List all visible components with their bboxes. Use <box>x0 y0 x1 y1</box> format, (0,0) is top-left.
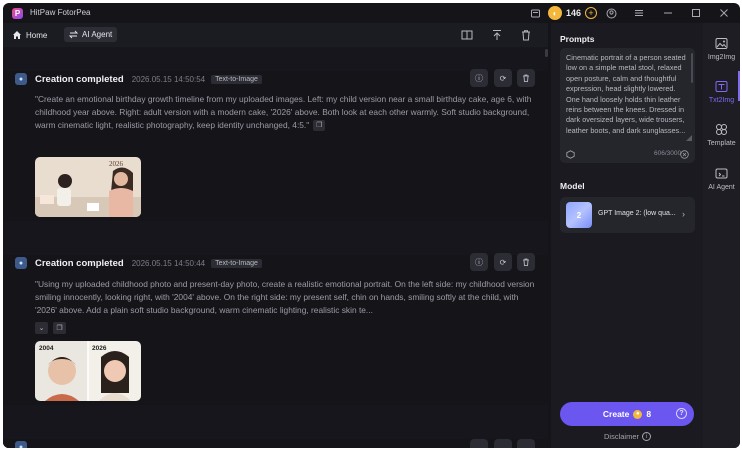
expand-icon[interactable]: ⌄ <box>35 322 48 334</box>
ai-agent-label: AI Agent <box>82 30 113 39</box>
rail-label: Txt2Img <box>708 97 735 104</box>
rail-item-ai-agent[interactable]: AI Agent <box>703 159 740 201</box>
credits-display[interactable]: ◐ 146 + <box>548 6 598 20</box>
generated-image[interactable]: 2026 <box>35 157 141 217</box>
prompt-scrollbar[interactable] <box>691 53 693 83</box>
app-title: HitPaw FotorPea <box>30 8 91 17</box>
card-header: ● Creation completed 2026.05.15 14:50:44… <box>15 255 262 271</box>
image-year-label: 2026 <box>92 345 107 352</box>
rail-label: Template <box>707 140 736 147</box>
model-title: Model <box>560 181 585 191</box>
nav-bar: Home AI Agent <box>3 23 548 47</box>
regenerate-icon[interactable]: ⟳ <box>494 253 512 271</box>
app-logo-icon: P <box>12 8 23 19</box>
prompt-text: "Create an emotional birthday growth tim… <box>35 93 535 132</box>
avatar-icon: ● <box>15 257 27 269</box>
ai-agent-icon <box>714 165 730 181</box>
image-year-label: 2026 <box>109 160 124 168</box>
tasks-icon[interactable] <box>529 7 541 19</box>
app-window: P HitPaw FotorPea ◐ 146 + Home AI Agent … <box>3 3 740 448</box>
card-header: ● Creation completed 2026.05.15 14:50:54… <box>15 71 262 87</box>
info-icon[interactable] <box>470 439 488 448</box>
text-image-icon <box>714 78 730 94</box>
timestamp: 2026.05.15 14:50:54 <box>131 74 206 84</box>
menu-icon[interactable] <box>633 7 645 19</box>
creation-card: ● Creation completed 2026.05.15 14:50:44… <box>3 253 548 405</box>
avatar-icon: ● <box>15 441 27 448</box>
regenerate-icon[interactable]: ⟳ <box>494 69 512 87</box>
home-button[interactable]: Home <box>12 28 47 42</box>
home-label: Home <box>26 30 48 40</box>
switch-icon <box>69 30 78 39</box>
compare-icon[interactable] <box>460 28 473 41</box>
rail-label: Img2Img <box>707 54 736 61</box>
prompt-library-icon[interactable] <box>565 149 575 159</box>
image-year-label: 2004 <box>39 345 54 352</box>
creation-card: ● Creation completed 2026.05.15 14:50:54… <box>3 69 548 221</box>
model-selector[interactable]: 2 GPT Image 2: (low qua... › <box>560 197 695 233</box>
close-icon[interactable] <box>718 7 730 19</box>
prompt-input[interactable]: Cinematic portrait of a person seated lo… <box>560 48 695 163</box>
title-bar: P HitPaw FotorPea ◐ 146 + <box>3 3 740 23</box>
info-icon[interactable]: ⓘ <box>470 69 488 87</box>
status-text: Creation completed <box>35 73 124 85</box>
chevron-right-icon: › <box>682 209 685 219</box>
model-thumbnail: 2 <box>566 202 592 228</box>
copy-icon[interactable]: ❐ <box>53 322 66 334</box>
prompt-input-text[interactable]: Cinematic portrait of a person seated lo… <box>566 53 688 143</box>
avatar-icon: ● <box>15 73 27 85</box>
tool-rail: Img2Img Txt2Img Template AI Agent <box>703 23 740 448</box>
rail-item-img2img[interactable]: Img2Img <box>703 29 740 71</box>
home-icon <box>13 31 21 39</box>
info-icon: i <box>642 432 652 441</box>
model-name: GPT Image 2: (low qua... <box>598 210 676 217</box>
delete-icon[interactable] <box>517 439 535 448</box>
coin-icon: ◐ <box>548 6 562 20</box>
scrollbar[interactable] <box>545 49 548 57</box>
mode-tag: Text-to-Image <box>211 74 262 84</box>
active-indicator <box>738 71 740 101</box>
rail-label: AI Agent <box>708 184 735 191</box>
ai-agent-tab[interactable]: AI Agent <box>64 27 118 42</box>
status-text: Creation completed <box>35 257 124 269</box>
user-account-icon[interactable] <box>605 7 617 19</box>
settings-panel: Prompts Cinematic portrait of a person s… <box>551 23 703 448</box>
add-credits-icon[interactable]: + <box>585 7 598 19</box>
prompts-title: Prompts <box>560 34 595 44</box>
regenerate-icon[interactable] <box>494 439 512 448</box>
timestamp: 2026.05.15 14:50:44 <box>131 258 206 268</box>
info-icon[interactable]: ⓘ <box>470 253 488 271</box>
template-icon <box>714 121 730 137</box>
upload-icon[interactable] <box>490 28 503 41</box>
image-icon <box>714 35 730 51</box>
delete-icon[interactable] <box>517 253 535 271</box>
rail-item-txt2img[interactable]: Txt2Img <box>703 72 740 114</box>
disclaimer-link[interactable]: Disclaimer i <box>604 432 652 441</box>
create-button[interactable]: Create ● 8 ? <box>560 402 694 426</box>
create-label: Create <box>602 409 630 419</box>
prompt-text: "Using my uploaded childhood photo and p… <box>35 279 535 315</box>
coin-icon: ● <box>633 409 643 419</box>
creation-card: ● <box>3 439 548 448</box>
copy-icon[interactable]: ❐ <box>313 120 326 132</box>
generated-image[interactable]: 2004 2026 <box>35 341 141 401</box>
rail-item-template[interactable]: Template <box>703 115 740 157</box>
delete-icon[interactable] <box>517 69 535 87</box>
minimize-icon[interactable] <box>662 7 674 19</box>
card-header: ● <box>15 439 27 448</box>
history-panel: Home AI Agent ● Creation completed 2026.… <box>3 23 548 448</box>
prompt-text-content: "Create an emotional birthday growth tim… <box>35 94 532 130</box>
maximize-icon[interactable] <box>690 7 702 19</box>
mode-tag: Text-to-Image <box>211 258 262 268</box>
credits-count: 146 <box>566 8 582 18</box>
help-icon[interactable]: ? <box>676 408 687 419</box>
char-count: 606/3000 <box>654 150 682 157</box>
trash-icon[interactable] <box>519 28 532 41</box>
create-cost: 8 <box>646 409 652 419</box>
resize-handle-icon[interactable] <box>684 133 694 143</box>
disclaimer-label: Disclaimer <box>604 432 640 441</box>
clear-icon[interactable] <box>679 149 689 159</box>
